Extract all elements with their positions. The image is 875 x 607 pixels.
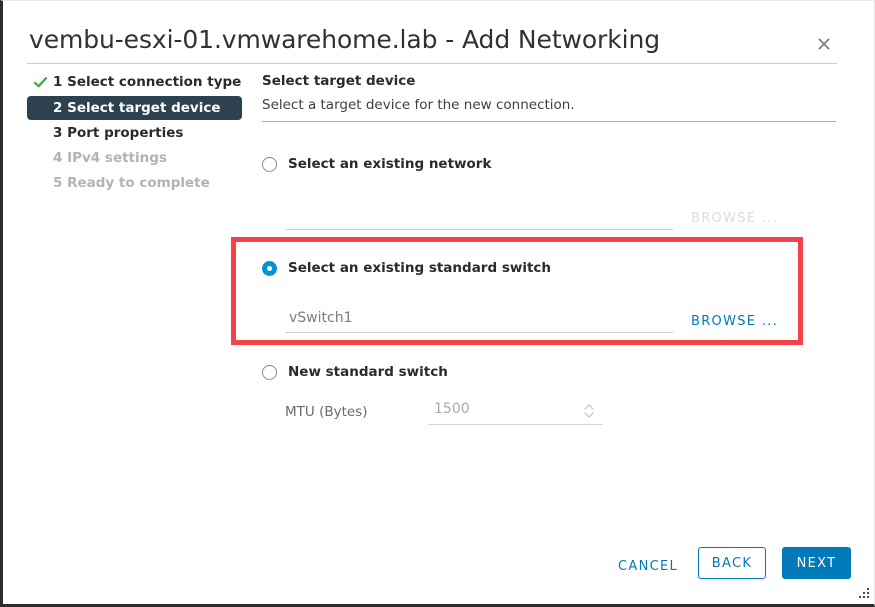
- check-icon: [33, 75, 48, 90]
- dialog-title: vembu-esxi-01.vmwarehome.lab - Add Netwo…: [29, 25, 660, 54]
- sidebar-step-label: 1 Select connection type: [53, 74, 242, 90]
- sidebar-step-port-properties[interactable]: 3 Port properties: [27, 122, 247, 145]
- option-label: Select an existing network: [288, 156, 492, 172]
- sidebar-step-label: 3 Port properties: [53, 125, 184, 141]
- sidebar-step-select-target-device[interactable]: 2 Select target device: [27, 96, 242, 120]
- next-button[interactable]: NEXT: [782, 547, 851, 579]
- existing-network-field-row: BROWSE ...: [285, 206, 778, 230]
- title-divider: [27, 63, 837, 64]
- close-icon[interactable]: [811, 31, 837, 57]
- sidebar-step-ready-to-complete: 5 Ready to complete: [27, 172, 247, 195]
- option-select-existing-standard-switch[interactable]: Select an existing standard switch: [262, 260, 551, 276]
- spinner-arrows-icon[interactable]: [583, 401, 595, 421]
- dialog-titlebar: vembu-esxi-01.vmwarehome.lab - Add Netwo…: [3, 1, 874, 64]
- page-description: Select a target device for the new conne…: [262, 97, 575, 113]
- sidebar-step-label: 2 Select target device: [53, 100, 221, 116]
- sidebar-step-label: 4 IPv4 settings: [53, 150, 167, 166]
- add-networking-dialog: vembu-esxi-01.vmwarehome.lab - Add Netwo…: [0, 0, 875, 607]
- browse-standard-switch-button[interactable]: BROWSE ...: [691, 314, 778, 333]
- sidebar-step-select-connection-type[interactable]: 1 Select connection type: [27, 71, 247, 94]
- mtu-label: MTU (Bytes): [285, 404, 368, 420]
- cancel-button[interactable]: CANCEL: [612, 554, 684, 579]
- existing-standard-switch-input[interactable]: [285, 309, 673, 333]
- mtu-value: 1500: [434, 401, 470, 417]
- option-select-existing-network[interactable]: Select an existing network: [262, 156, 491, 172]
- option-label: New standard switch: [288, 364, 448, 380]
- main-panel: Select target device Select a target dev…: [262, 71, 838, 122]
- existing-network-input[interactable]: [285, 206, 673, 230]
- sidebar-step-ipv4-settings: 4 IPv4 settings: [27, 147, 247, 170]
- browse-existing-network-button: BROWSE ...: [691, 211, 779, 226]
- option-label: Select an existing standard switch: [288, 260, 552, 276]
- wizard-steps: 1 Select connection type 2 Select target…: [27, 71, 247, 197]
- existing-standard-switch-field-row: BROWSE ...: [285, 309, 778, 333]
- radio-existing-standard-switch[interactable]: [262, 260, 277, 276]
- option-new-standard-switch[interactable]: New standard switch: [262, 364, 448, 380]
- content-divider: [262, 121, 836, 122]
- radio-existing-network[interactable]: [262, 156, 277, 172]
- sidebar-step-label: 5 Ready to complete: [53, 175, 210, 191]
- dialog-footer: CANCEL BACK NEXT: [3, 541, 874, 591]
- back-button[interactable]: BACK: [698, 547, 766, 579]
- page-title: Select target device: [262, 73, 416, 89]
- radio-new-standard-switch[interactable]: [262, 364, 277, 380]
- mtu-stepper[interactable]: 1500: [428, 399, 603, 425]
- resize-grip[interactable]: [858, 588, 870, 600]
